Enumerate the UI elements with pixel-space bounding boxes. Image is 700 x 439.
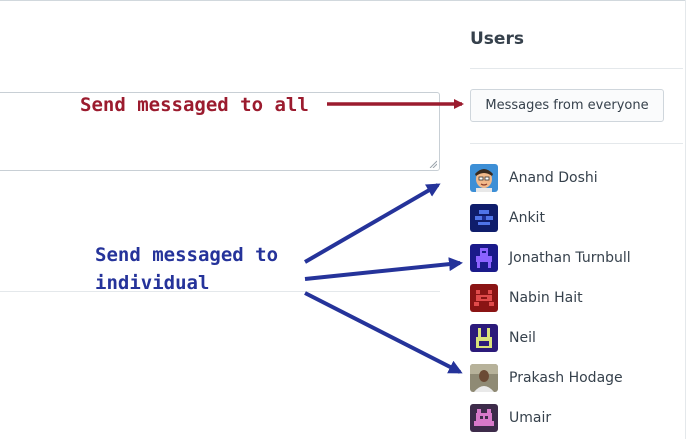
arrow-to-anand [303,183,441,264]
arrow-to-jonathan [304,257,463,281]
annotation-arrows [303,99,464,374]
arrow-to-prakash [304,291,463,374]
